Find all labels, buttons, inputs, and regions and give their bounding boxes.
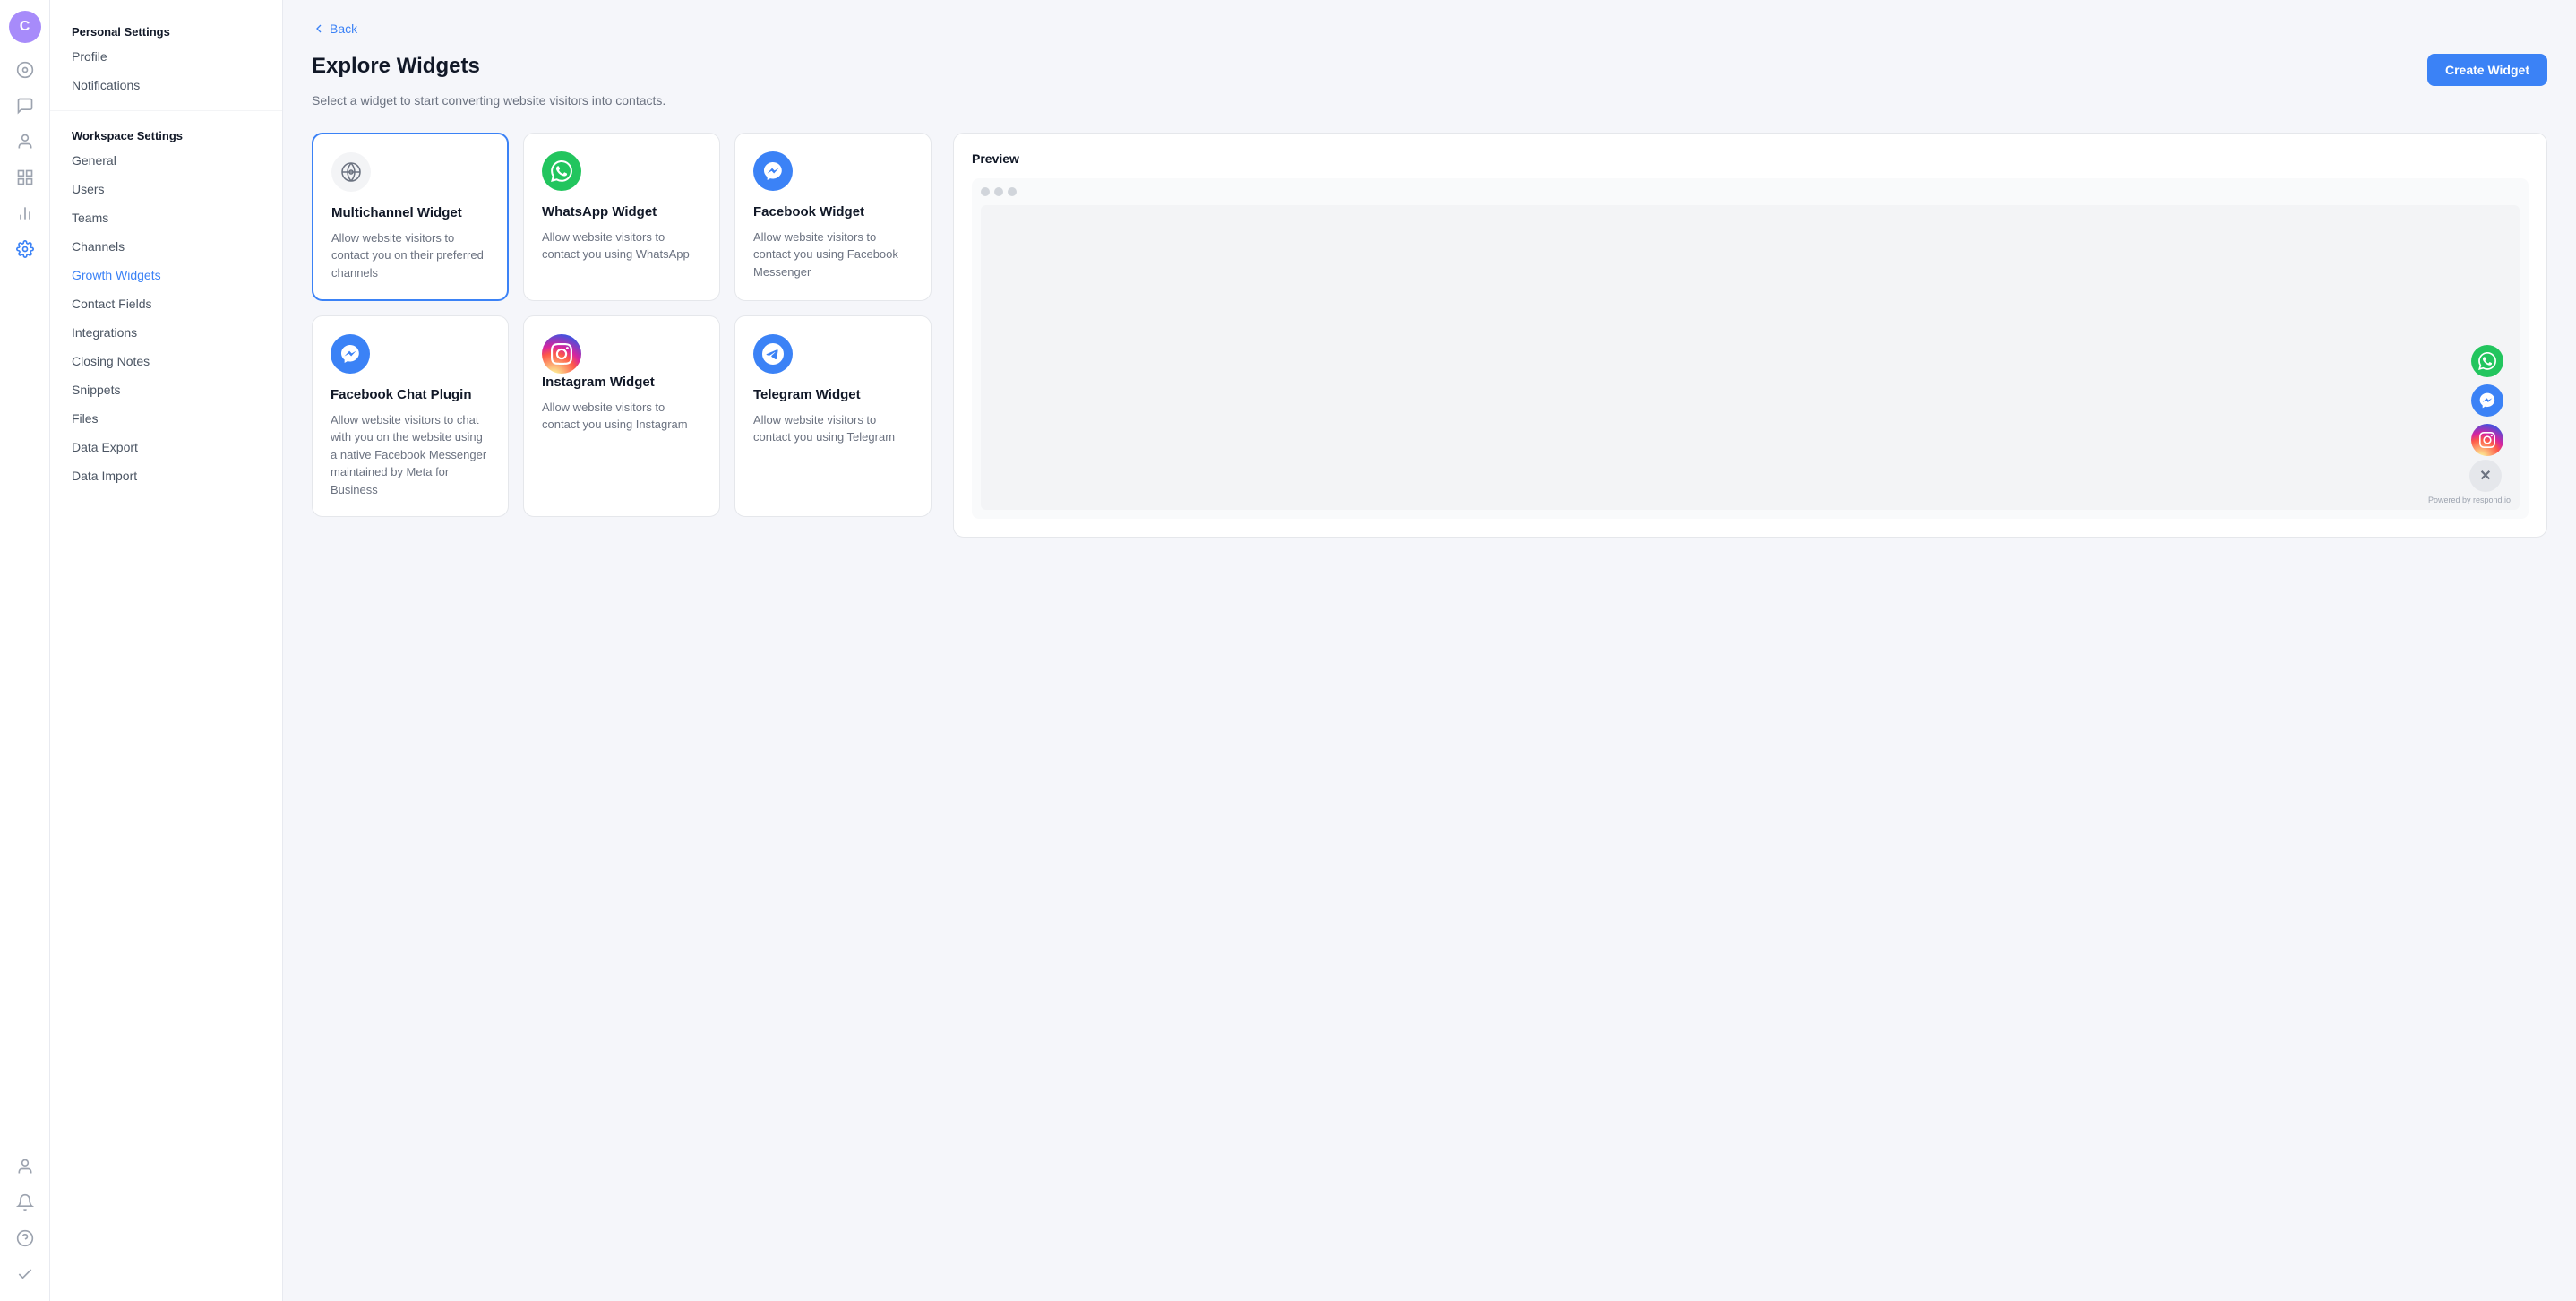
sidebar-item-files[interactable]: Files [50, 404, 282, 433]
content-area: Multichannel Widget Allow website visito… [312, 133, 2547, 538]
facebook-messenger-icon [753, 151, 793, 191]
inbox-icon[interactable] [9, 90, 41, 122]
preview-whatsapp-icon[interactable] [2471, 345, 2503, 377]
create-widget-button[interactable]: Create Widget [2427, 54, 2547, 86]
preview-browser: ✕ Powered by respond.io [972, 178, 2529, 519]
reports-icon[interactable] [9, 197, 41, 229]
sidebar-item-contact-fields[interactable]: Contact Fields [50, 289, 282, 318]
widget-card-multichannel[interactable]: Multichannel Widget Allow website visito… [312, 133, 509, 301]
back-label: Back [330, 22, 357, 36]
widget-card-facebook[interactable]: Facebook Widget Allow website visitors t… [734, 133, 932, 301]
main-content: Back Explore Widgets Create Widget Selec… [283, 0, 2576, 1301]
browser-dot-1 [981, 187, 990, 196]
widget-grid: Multichannel Widget Allow website visito… [312, 133, 932, 517]
widget-card-telegram[interactable]: Telegram Widget Allow website visitors t… [734, 315, 932, 517]
settings-icon[interactable] [9, 233, 41, 265]
sidebar-item-channels[interactable]: Channels [50, 232, 282, 261]
instagram-title: Instagram Widget [542, 374, 701, 392]
preview-messenger-icon[interactable] [2471, 384, 2503, 417]
telegram-icon [753, 334, 793, 374]
nav-divider [50, 110, 282, 111]
page-header: Explore Widgets Create Widget [312, 54, 2547, 86]
sidebar-item-users[interactable]: Users [50, 175, 282, 203]
notifications-bell-icon[interactable] [9, 1186, 41, 1219]
personal-settings-title: Personal Settings [50, 18, 282, 42]
sidebar-item-profile[interactable]: Profile [50, 42, 282, 71]
sidebar-item-snippets[interactable]: Snippets [50, 375, 282, 404]
user-profile-icon[interactable] [9, 1150, 41, 1183]
browser-body: ✕ Powered by respond.io [981, 205, 2520, 510]
page-subtitle: Select a widget to start converting webs… [312, 93, 2547, 108]
facebook-title: Facebook Widget [753, 203, 913, 221]
workspace-settings-title: Workspace Settings [50, 122, 282, 146]
multichannel-icon [331, 152, 371, 192]
facebook-desc: Allow website visitors to contact you us… [753, 228, 913, 281]
channels-icon[interactable] [9, 161, 41, 194]
browser-dot-3 [1008, 187, 1017, 196]
preview-instagram-icon[interactable] [2471, 424, 2503, 456]
check-icon[interactable] [9, 1258, 41, 1290]
contacts-icon[interactable] [9, 125, 41, 158]
fbchat-desc: Allow website visitors to chat with you … [331, 411, 490, 499]
sidebar-item-notifications[interactable]: Notifications [50, 71, 282, 99]
whatsapp-desc: Allow website visitors to contact you us… [542, 228, 701, 263]
preview-powered-by: Powered by respond.io [2428, 495, 2511, 504]
widget-card-fbchat[interactable]: Facebook Chat Plugin Allow website visit… [312, 315, 509, 517]
sidebar-item-growth-widgets[interactable]: Growth Widgets [50, 261, 282, 289]
preview-close-button[interactable]: ✕ [2469, 460, 2502, 492]
preview-widget-icons [2471, 345, 2503, 456]
page-title: Explore Widgets [312, 54, 480, 79]
telegram-title: Telegram Widget [753, 386, 913, 404]
help-icon[interactable] [9, 1222, 41, 1254]
instagram-desc: Allow website visitors to contact you us… [542, 399, 701, 434]
dashboard-icon[interactable] [9, 54, 41, 86]
multichannel-desc: Allow website visitors to contact you on… [331, 229, 489, 282]
browser-dot-2 [994, 187, 1003, 196]
instagram-icon [542, 334, 581, 374]
multichannel-title: Multichannel Widget [331, 204, 489, 222]
preview-label: Preview [972, 151, 2529, 166]
widget-card-whatsapp[interactable]: WhatsApp Widget Allow website visitors t… [523, 133, 720, 301]
whatsapp-icon [542, 151, 581, 191]
fbchat-title: Facebook Chat Plugin [331, 386, 490, 404]
browser-dots [981, 187, 2520, 196]
whatsapp-title: WhatsApp Widget [542, 203, 701, 221]
avatar[interactable]: C [9, 11, 41, 43]
telegram-desc: Allow website visitors to contact you us… [753, 411, 913, 446]
sidebar-item-general[interactable]: General [50, 146, 282, 175]
preview-panel: Preview [953, 133, 2547, 538]
sidebar-item-data-export[interactable]: Data Export [50, 433, 282, 461]
sidebar-item-teams[interactable]: Teams [50, 203, 282, 232]
back-link[interactable]: Back [312, 22, 2547, 36]
back-chevron-icon [312, 22, 326, 36]
settings-nav: Personal Settings Profile Notifications … [50, 0, 283, 1301]
facebook-chat-icon [331, 334, 370, 374]
widget-card-instagram[interactable]: Instagram Widget Allow website visitors … [523, 315, 720, 517]
sidebar-item-integrations[interactable]: Integrations [50, 318, 282, 347]
sidebar-item-data-import[interactable]: Data Import [50, 461, 282, 490]
icon-rail: C [0, 0, 50, 1301]
sidebar-item-closing-notes[interactable]: Closing Notes [50, 347, 282, 375]
